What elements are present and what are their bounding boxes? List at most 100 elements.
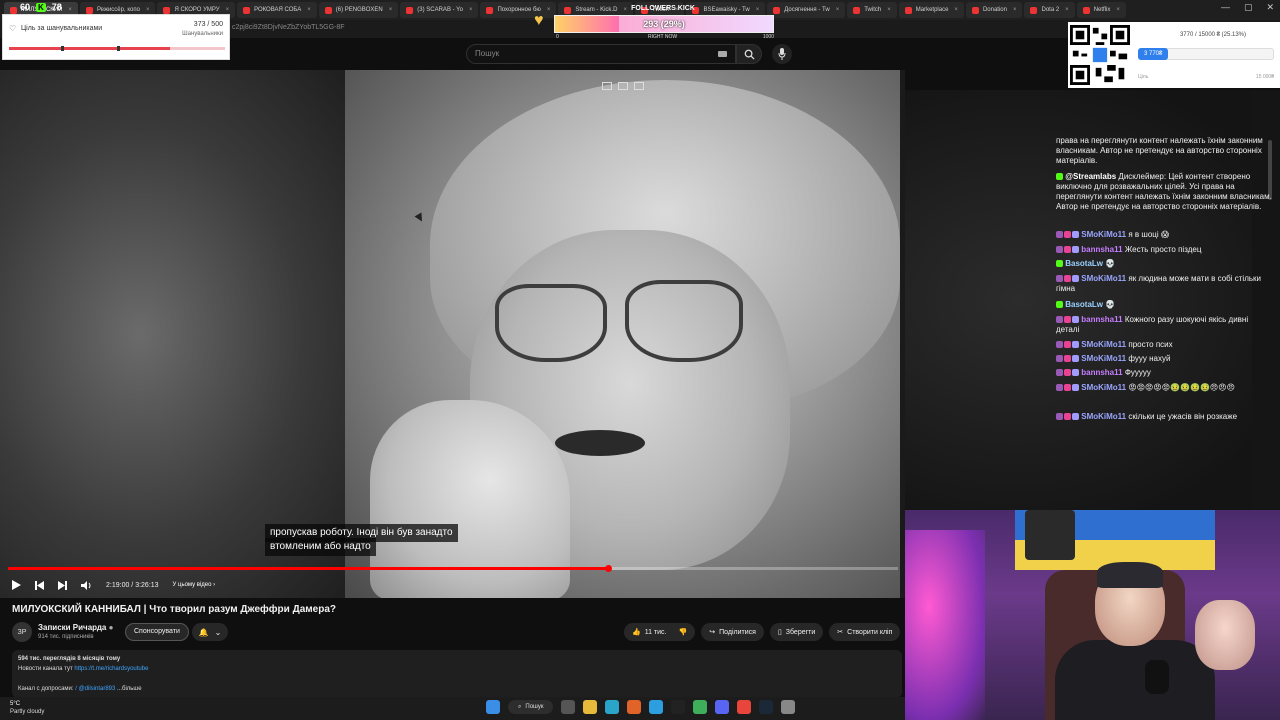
browser-tab[interactable]: РОКОВАЯ СОБА × [237,2,317,18]
browser-tab[interactable]: (6) PENGBOXEN × [318,2,399,18]
channel-name-text: Записки Ричарда [38,623,107,632]
save-label: Зберегти [785,628,816,636]
voice-search-button[interactable] [772,44,792,64]
chat-username[interactable]: SMoKiMo11 [1081,383,1126,392]
close-tab-icon[interactable]: × [1116,7,1120,13]
minimize-icon[interactable]: — [1221,2,1230,13]
close-tab-icon[interactable]: × [307,7,311,13]
chat-message: @Streamlabs Дисклеймер: Цей контент ство… [1056,172,1272,212]
address-bar-url[interactable]: c2pj8ci9Zt8DjvNeZbZYobTL5GG-8F [232,24,345,31]
tab-favicon-icon [853,6,861,14]
show-more-button[interactable]: ...більше [117,686,142,692]
file-explorer-icon[interactable] [583,700,598,714]
taskbar-search[interactable]: ⌕ Пошук [508,700,554,714]
close-tab-icon[interactable]: × [68,7,72,13]
description-line-1-prefix: Новости канала тут [18,666,73,672]
description-line-2: Канал с допросами: / @dilsintar893 ...бі… [18,686,142,692]
browser-icon[interactable] [605,700,620,714]
start-icon[interactable] [486,700,500,714]
weather-widget[interactable]: 5°C Partly cloudy [10,700,44,716]
keyboard-icon[interactable] [718,51,727,57]
close-tab-icon[interactable]: × [469,7,473,13]
task-view-icon[interactable] [561,700,576,714]
chat-username[interactable]: SMoKiMo11 [1081,274,1126,283]
search-button[interactable] [736,44,762,64]
close-tab-icon[interactable]: × [836,7,840,13]
browser-tab[interactable]: Досягнення - Tw × [767,2,846,18]
chat-username[interactable]: bannsha11 [1081,245,1122,254]
browser-tab[interactable]: Netflix × [1076,2,1126,18]
chat-username[interactable]: BasotaLw [1065,300,1103,309]
chat-text: Жесть просто піздец [1124,245,1202,254]
browser-tab[interactable]: Donation × [965,2,1023,18]
description-box[interactable]: 594 тис. переглядів 8 місяців тому Новос… [12,650,902,698]
chat-badge-icon [1056,275,1063,283]
video-scrubber-handle[interactable] [604,565,612,572]
video-player[interactable]: пропускав роботу. Іноді він був занадто … [0,70,905,598]
close-tab-icon[interactable]: × [887,7,891,13]
tab-label: Twitch [864,7,882,13]
close-tab-icon[interactable]: × [1065,7,1069,13]
clip-button[interactable]: ✂ Створити кліп [829,623,901,641]
chat-username[interactable]: SMoKiMo11 [1081,230,1126,239]
chat-username[interactable]: SMoKiMo11 [1081,412,1126,421]
dislike-icon[interactable]: 👎 [679,628,688,636]
tab-favicon-icon [904,6,912,14]
chapter-button[interactable]: У цьому відео › [173,582,216,588]
channel-avatar[interactable]: ЗР [12,622,32,642]
channel-link[interactable]: / @dilsintar893 [75,686,115,692]
chat-username[interactable]: bannsha11 [1081,368,1122,377]
screen: МИЛУОКСКИЙ×Режиссёр, копо×Я СКОРО УМРУ×Р… [0,0,1280,720]
close-window-icon[interactable]: ✕ [1266,2,1274,13]
video-actions: 👍 11 тис. 👎 ↪ Поділитися ▯ Зберегти ✂ Створит… [624,623,901,641]
previous-icon[interactable] [35,580,44,590]
channel-name[interactable]: Записки Ричарда ● [38,623,113,632]
chat-username[interactable]: bannsha11 [1081,315,1122,324]
search-input[interactable]: Пошук [466,44,736,64]
chat-message: bannsha11 Жесть просто піздец [1056,245,1272,255]
fan-goal-title: Ціль за шанувальниками [21,25,103,32]
close-tab-icon[interactable]: × [547,7,551,13]
chat-username[interactable]: @Streamlabs [1065,172,1116,181]
chat-badge-icon [1056,246,1063,254]
like-button[interactable]: 👍 11 тис. 👎 [624,623,696,641]
browser-tab[interactable]: Twitch × [847,2,897,18]
close-tab-icon[interactable]: × [954,7,958,13]
volume-icon[interactable] [81,580,92,590]
obs-icon[interactable] [671,700,686,714]
close-tab-icon[interactable]: × [146,7,150,13]
close-tab-icon[interactable]: × [389,7,393,13]
play-icon[interactable] [12,580,21,590]
close-tab-icon[interactable]: × [1013,7,1017,13]
chat-username[interactable]: SMoKiMo11 [1081,354,1126,363]
browser-tab[interactable]: Похоронное бю × [480,2,557,18]
telegram-icon[interactable] [649,700,664,714]
telegram-link[interactable]: https://t.me/richardsyoutube [74,666,148,672]
chat-badge-icon [1056,316,1063,324]
app-icon[interactable] [693,700,708,714]
maximize-icon[interactable]: ▢ [1244,2,1253,13]
chrome-icon[interactable] [737,700,752,714]
browser-tab[interactable]: Dota 2 × [1024,2,1075,18]
firefox-icon[interactable] [627,700,642,714]
chat-username[interactable]: BasotaLw [1065,259,1103,268]
kick-icon: K [36,2,46,12]
next-icon[interactable] [58,580,67,590]
chat-message: SMoKiMo11 просто псих [1056,340,1272,350]
sponsor-button[interactable]: Спонсорувати [125,623,189,641]
browser-tab[interactable]: (3) SCARAB - Yo × [400,2,479,18]
share-button[interactable]: ↪ Поділитися [701,623,764,641]
steam-icon[interactable] [759,700,774,714]
video-glasses-left [495,284,607,362]
save-button[interactable]: ▯ Зберегти [769,623,824,641]
chat-username[interactable]: SMoKiMo11 [1081,340,1126,349]
stream-counters: 60 K 78 [20,0,62,14]
chat-badge-icon [1072,275,1079,283]
close-tab-icon[interactable]: × [226,7,230,13]
app2-icon[interactable] [781,700,796,714]
browser-tab[interactable]: Marketplace × [898,2,964,18]
video-progress-bar[interactable] [8,565,898,572]
chat-badges [1056,275,1079,283]
notifications-button[interactable]: 🔔 ⌄ [192,623,228,641]
discord-icon[interactable] [715,700,730,714]
